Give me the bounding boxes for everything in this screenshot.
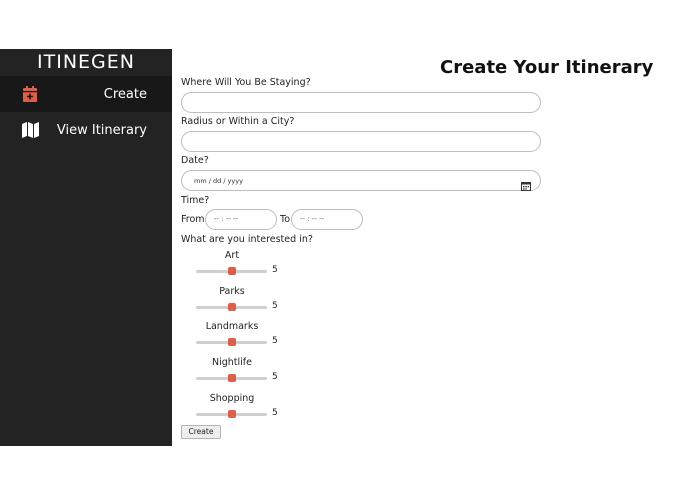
main-content: Create Your Itinerary Where Will You Be … <box>172 49 695 446</box>
time-to-input[interactable]: -- : -- -- <box>291 209 363 230</box>
time-from-input[interactable]: -- : -- -- <box>205 209 277 230</box>
sidebar: ITINEGEN Create View Itinerary <box>0 49 172 446</box>
radius-label: Radius or Within a City? <box>181 116 295 127</box>
interest-nightlife-value: 5 <box>272 372 278 382</box>
map-icon <box>21 121 39 139</box>
interest-shopping-slider[interactable] <box>196 409 267 419</box>
sidebar-item-label: Create <box>103 86 147 102</box>
interest-shopping-label: Shopping <box>209 393 255 404</box>
interest-parks-value: 5 <box>272 301 278 311</box>
interest-nightlife-slider[interactable] <box>196 373 267 383</box>
time-to-label: To <box>280 214 291 225</box>
slider-thumb[interactable] <box>227 267 236 275</box>
slider-thumb[interactable] <box>227 410 236 418</box>
calendar-icon[interactable] <box>521 176 531 191</box>
time-from-label: From <box>181 214 205 225</box>
date-input[interactable]: mm / dd / yyyy <box>181 170 541 191</box>
time-range: From -- : -- -- To -- : -- -- <box>181 209 381 231</box>
sidebar-item-view-itinerary[interactable]: View Itinerary <box>0 112 172 148</box>
radius-input[interactable] <box>181 131 541 152</box>
slider-thumb[interactable] <box>227 338 236 346</box>
sidebar-item-create[interactable]: Create <box>0 76 172 112</box>
staying-label: Where Will You Be Staying? <box>181 77 311 88</box>
interest-parks-slider[interactable] <box>196 302 267 312</box>
create-button[interactable]: Create <box>181 425 221 439</box>
interest-landmarks-value: 5 <box>272 336 278 346</box>
date-label: Date? <box>181 155 209 166</box>
slider-thumb[interactable] <box>227 303 236 311</box>
interest-landmarks-label: Landmarks <box>205 321 259 332</box>
page-title: Create Your Itinerary <box>440 57 654 78</box>
date-placeholder: mm / dd / yyyy <box>194 176 243 185</box>
staying-input[interactable] <box>181 92 541 113</box>
slider-thumb[interactable] <box>227 374 236 382</box>
time-label: Time? <box>181 195 210 206</box>
interest-parks-label: Parks <box>219 286 245 297</box>
calendar-plus-icon <box>21 85 39 103</box>
interest-shopping-value: 5 <box>272 408 278 418</box>
interests-label: What are you interested in? <box>181 234 313 245</box>
interest-nightlife-label: Nightlife <box>212 357 252 368</box>
interest-landmarks-slider[interactable] <box>196 337 267 347</box>
sidebar-item-label: View Itinerary <box>56 122 147 138</box>
interest-art-value: 5 <box>272 265 278 275</box>
brand-logo: ITINEGEN <box>37 51 135 73</box>
interest-art-slider[interactable] <box>196 266 267 276</box>
interest-art-label: Art <box>224 250 240 261</box>
